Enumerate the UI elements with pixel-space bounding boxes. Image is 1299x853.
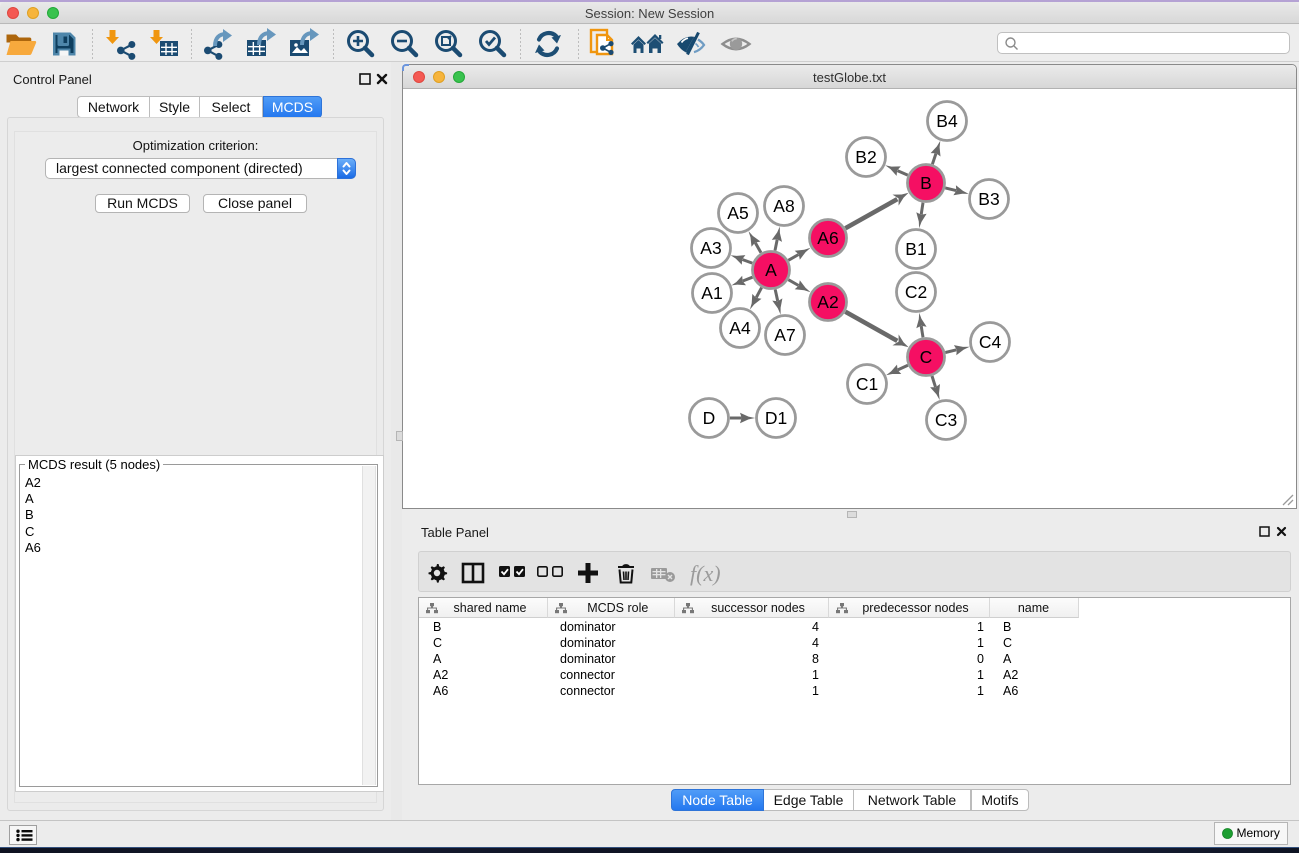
svg-text:B1: B1 bbox=[905, 239, 926, 259]
svg-text:C: C bbox=[920, 347, 933, 367]
svg-text:C2: C2 bbox=[905, 282, 927, 302]
svg-text:D1: D1 bbox=[765, 408, 787, 428]
svg-text:A2: A2 bbox=[817, 292, 838, 312]
svg-text:C4: C4 bbox=[979, 332, 1002, 352]
svg-text:A1: A1 bbox=[701, 283, 722, 303]
svg-text:C1: C1 bbox=[856, 374, 878, 394]
svg-text:A6: A6 bbox=[817, 228, 838, 248]
svg-text:A5: A5 bbox=[727, 203, 748, 223]
svg-text:D: D bbox=[703, 408, 716, 428]
svg-text:B: B bbox=[920, 173, 932, 193]
svg-text:B4: B4 bbox=[936, 111, 958, 131]
svg-text:C3: C3 bbox=[935, 410, 957, 430]
svg-text:A: A bbox=[765, 260, 777, 280]
svg-text:B3: B3 bbox=[978, 189, 999, 209]
svg-text:B2: B2 bbox=[855, 147, 876, 167]
svg-text:A3: A3 bbox=[700, 238, 721, 258]
svg-text:A4: A4 bbox=[729, 318, 751, 338]
svg-text:A7: A7 bbox=[774, 325, 795, 345]
svg-text:A8: A8 bbox=[773, 196, 794, 216]
